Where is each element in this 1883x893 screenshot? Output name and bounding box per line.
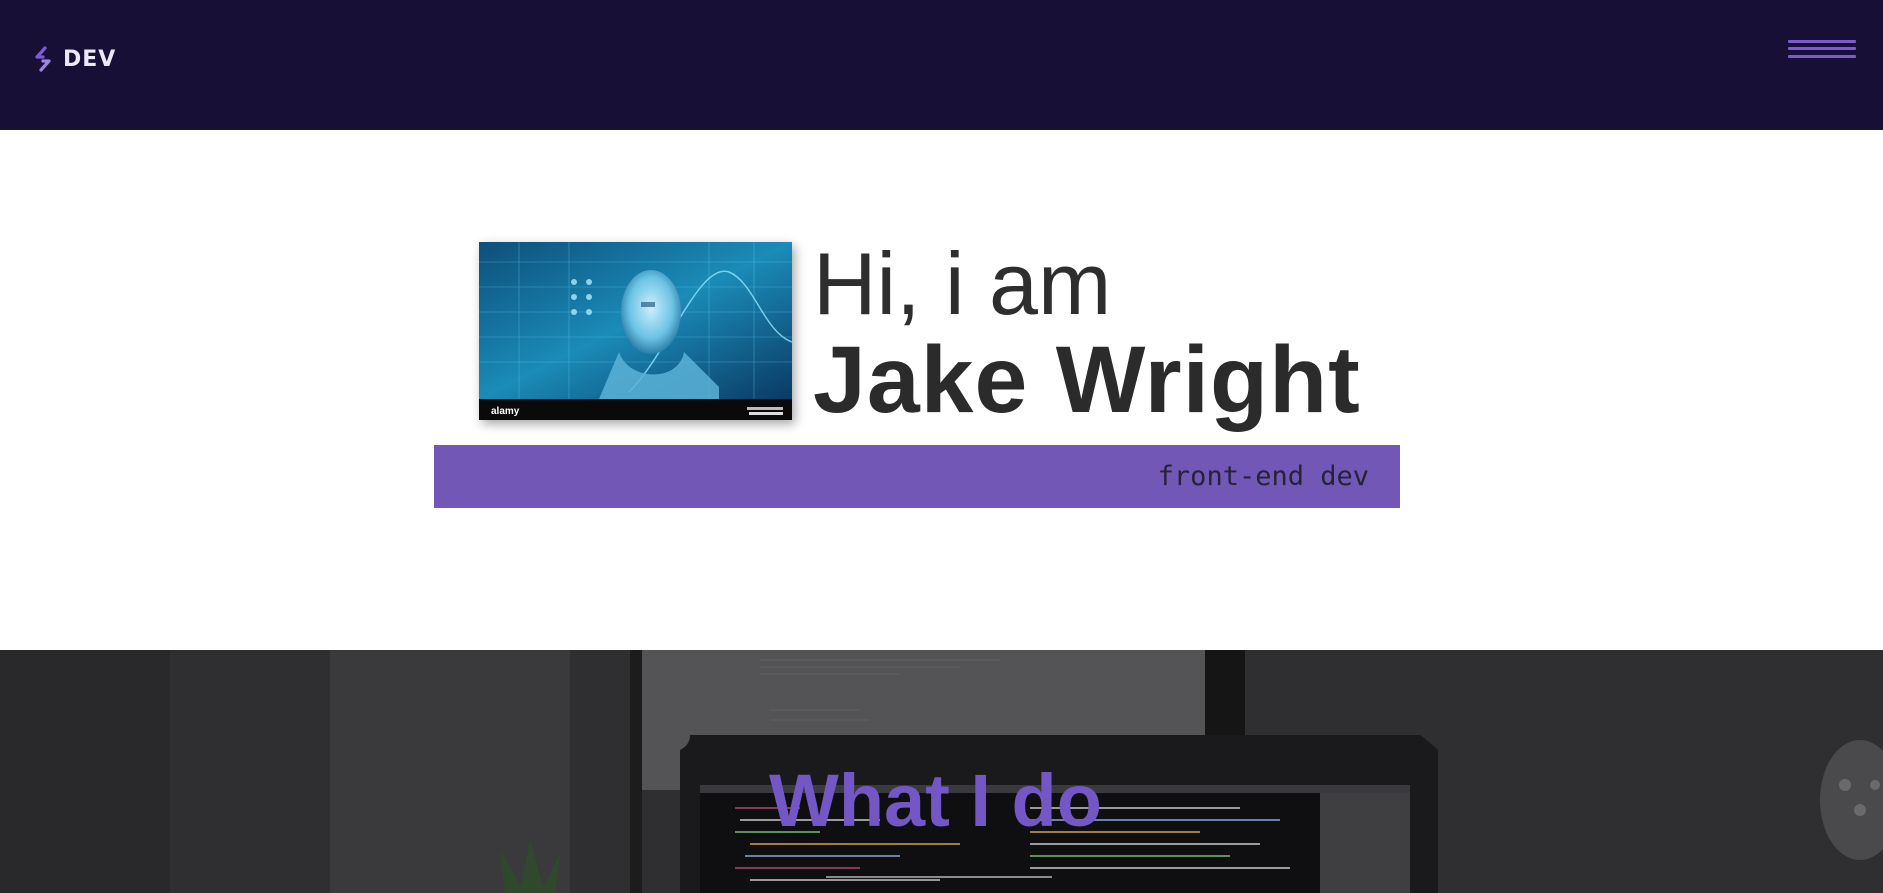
photo-watermark: alamy [491,406,520,417]
hamburger-line [1788,55,1856,58]
hamburger-menu-icon[interactable] [1788,38,1856,62]
top-navbar: DEV [0,0,1883,130]
title-underline [826,876,1052,878]
ai-head-photo: alamy [479,242,792,420]
greeting-text: Hi, i am [813,234,1112,333]
role-text: front-end dev [1157,461,1369,492]
chevron-code-icon [35,46,51,72]
role-banner: front-end dev [434,445,1400,508]
what-i-do-section: What I do [0,650,1883,893]
page: DEV alamy Hi, i am Jake Wright front-end… [0,0,1883,893]
hamburger-line [1788,40,1856,43]
hamburger-line [1788,47,1856,50]
profile-photo: alamy [479,242,792,420]
section-title: What I do [769,759,1102,842]
name-heading: Jake Wright [813,327,1361,433]
logo-link[interactable]: DEV [31,46,116,72]
logo-text: DEV [63,46,117,72]
